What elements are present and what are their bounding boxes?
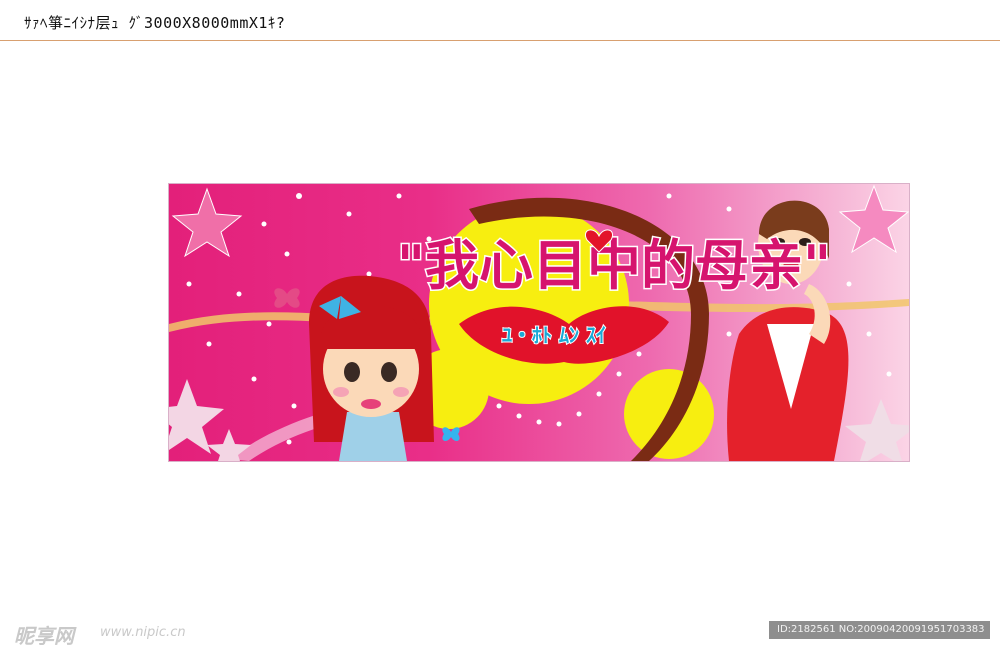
butterfly-icon: [274, 288, 300, 308]
butterfly-icon: [442, 427, 460, 441]
mothers-day-banner: "我心目中的母亲" ﾕ・ﾎﾄ ﾑﾝ ｽｲ: [168, 183, 910, 462]
banner-subtitle: ﾕ・ﾎﾄ ﾑﾝ ｽｲ: [502, 323, 606, 347]
star-icon: [171, 187, 243, 258]
header-divider: [0, 40, 1000, 41]
banner-artwork: "我心目中的母亲" ﾕ・ﾎﾄ ﾑﾝ ｽｲ: [169, 184, 909, 461]
star-icon: [845, 399, 909, 461]
star-icon: [169, 379, 224, 454]
file-spec-label: ｻｧﾍ箏ﾆｲｼﾅ层ｭ ｸﾞ3000X8000mmX1ｷ?: [24, 14, 286, 32]
image-id-strip: ID:2182561 NO:20090420091951703383: [769, 621, 990, 639]
girl-illustration: [309, 275, 434, 461]
star-icon: [838, 184, 909, 254]
banner-title: "我心目中的母亲": [397, 233, 831, 297]
watermark-logo: 昵享网: [14, 624, 74, 648]
watermark-url: www.nipic.cn: [100, 625, 186, 640]
